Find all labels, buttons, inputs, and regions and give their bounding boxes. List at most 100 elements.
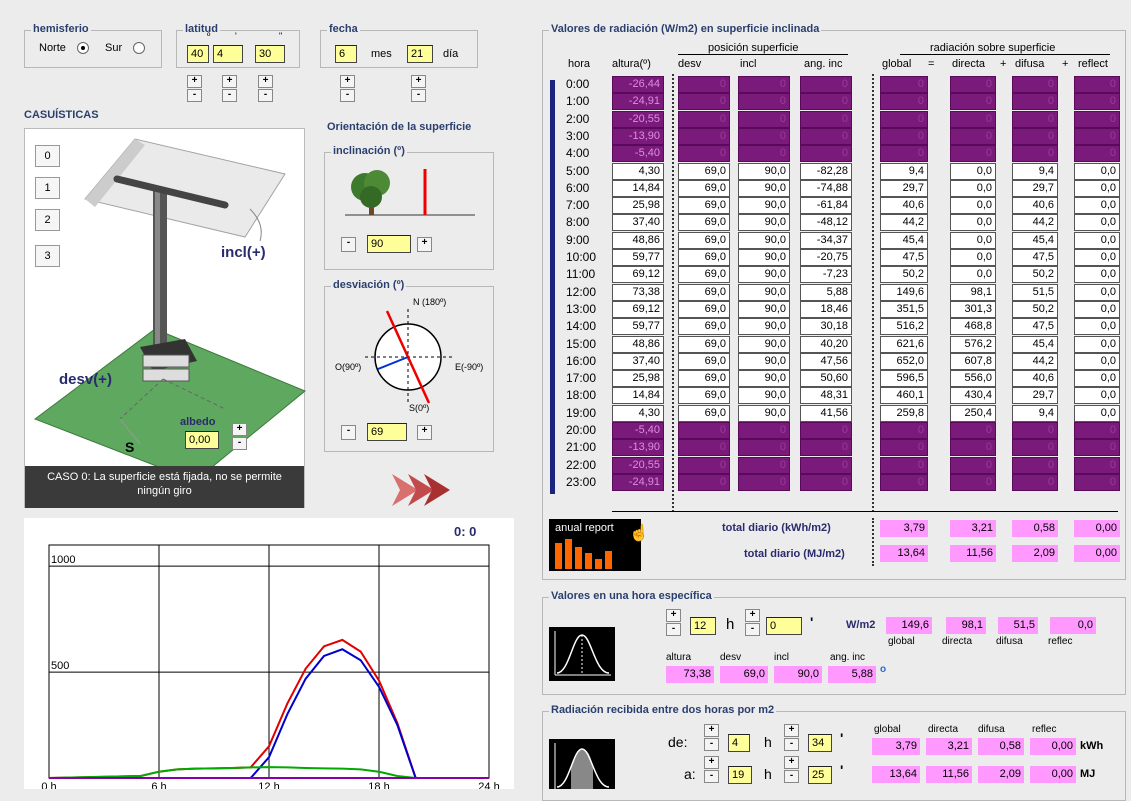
cell-anginc: 0 <box>800 93 852 111</box>
albedo-input[interactable]: 0,00 <box>185 431 219 449</box>
entre-kwh-reflec: 0,00 <box>1030 738 1076 755</box>
desv-input[interactable]: 69 <box>367 423 407 441</box>
cell-anginc: -74,88 <box>800 179 852 197</box>
hour-slider-track[interactable] <box>550 80 555 494</box>
dia-input[interactable]: 21 <box>407 45 433 63</box>
latitud-min-input[interactable]: 4 <box>213 45 243 63</box>
hora-h-input[interactable]: 12 <box>690 617 716 635</box>
row-hora: 21:00 <box>566 440 597 455</box>
a-m-input[interactable]: 25 <box>808 766 832 784</box>
latitud-sec-minus[interactable]: - <box>258 89 273 102</box>
a-h-plus[interactable]: + <box>704 756 719 769</box>
de-h-minus[interactable]: - <box>704 738 719 751</box>
cell-incl: 90,0 <box>738 214 790 232</box>
hora-lbl-directa: directa <box>942 636 973 647</box>
mes-plus[interactable]: + <box>340 75 355 88</box>
mes-minus[interactable]: - <box>340 89 355 102</box>
hora-m-input[interactable]: 0 <box>766 617 802 635</box>
cell-global: 0 <box>880 422 928 439</box>
latitud-deg-minus[interactable]: - <box>187 89 202 102</box>
mes-input[interactable]: 6 <box>335 45 357 63</box>
cell-anginc: 5,88 <box>800 283 852 301</box>
incl-minus[interactable]: - <box>341 237 356 252</box>
cell-reflect: 0 <box>1074 110 1120 128</box>
cell-desv: 0 <box>678 439 730 457</box>
cell-global: 652,0 <box>880 352 928 370</box>
cell-difusa: 0 <box>1012 145 1058 163</box>
latitud-sec-input[interactable]: 30 <box>255 45 285 63</box>
cell-desv: 0 <box>678 456 730 474</box>
cell-reflect: 0,0 <box>1074 283 1120 301</box>
hora-lbl-incl: incl <box>774 652 790 663</box>
cell-directa: 0,0 <box>950 214 996 232</box>
cell-altura: -13,90 <box>612 127 664 145</box>
row-hora: 23:00 <box>566 474 597 489</box>
anual-report-button[interactable]: anual report ☝ <box>549 519 649 571</box>
dia-minus[interactable]: - <box>411 89 426 102</box>
desv-minus[interactable]: - <box>341 425 356 440</box>
row-hora: 7:00 <box>566 198 590 213</box>
cell-incl: 0 <box>738 76 790 93</box>
cell-desv: 0 <box>678 76 730 93</box>
de-m-plus[interactable]: + <box>784 724 799 737</box>
de-m-minus[interactable]: - <box>784 738 799 751</box>
south-label: S(0º) <box>409 403 430 413</box>
cell-difusa: 40,6 <box>1012 370 1058 388</box>
de-h-input[interactable]: 4 <box>728 734 750 752</box>
h-pos: posición superficie <box>708 42 799 54</box>
cell-directa: 0 <box>950 110 996 128</box>
incl-plus[interactable]: + <box>417 237 432 252</box>
hora-lbl-reflec: reflec <box>1048 636 1073 647</box>
sur-radio[interactable] <box>133 42 145 54</box>
cell-incl: 0 <box>738 110 790 128</box>
desv-label: desv(+) <box>59 371 112 388</box>
cell-anginc: 0 <box>800 439 852 457</box>
cell-desv: 0 <box>678 127 730 145</box>
a-m-minus[interactable]: - <box>784 770 799 783</box>
cell-difusa: 0 <box>1012 439 1058 457</box>
cell-global: 44,2 <box>880 214 928 232</box>
cell-incl: 0 <box>738 439 790 457</box>
cell-incl: 90,0 <box>738 300 790 318</box>
cell-difusa: 0 <box>1012 456 1058 474</box>
totals-separator <box>612 511 1118 512</box>
cell-difusa: 0 <box>1012 110 1058 128</box>
hora-h-minus[interactable]: - <box>666 623 681 636</box>
albedo-minus[interactable]: - <box>232 437 247 450</box>
cell-directa: 0 <box>950 439 996 457</box>
de-m-input[interactable]: 34 <box>808 734 832 752</box>
cell-difusa: 29,7 <box>1012 179 1058 197</box>
cell-anginc: 0 <box>800 456 852 474</box>
cell-anginc: 0 <box>800 127 852 145</box>
desv-plus[interactable]: + <box>417 425 432 440</box>
a-h-input[interactable]: 19 <box>728 766 752 784</box>
cell-directa: 0,0 <box>950 197 996 215</box>
chart-xtick-label: 6 h <box>151 781 166 789</box>
albedo-plus[interactable]: + <box>232 423 247 436</box>
next-arrow-icon[interactable] <box>390 470 454 510</box>
incl-input[interactable]: 90 <box>367 235 411 253</box>
de-h-plus[interactable]: + <box>704 724 719 737</box>
latitud-sec-plus[interactable]: + <box>258 75 273 88</box>
a-m-plus[interactable]: + <box>784 756 799 769</box>
latitud-min-minus[interactable]: - <box>222 89 237 102</box>
cell-incl: 90,0 <box>738 197 790 215</box>
row-hora: 12:00 <box>566 284 597 299</box>
norte-radio[interactable] <box>77 42 89 54</box>
cell-difusa: 47,5 <box>1012 249 1058 266</box>
a-h-minus[interactable]: - <box>704 770 719 783</box>
cell-reflect: 0,0 <box>1074 387 1120 405</box>
dia-plus[interactable]: + <box>411 75 426 88</box>
hora-m-minus[interactable]: - <box>745 623 760 636</box>
sur-label: Sur <box>105 42 123 54</box>
cell-difusa: 45,4 <box>1012 335 1058 353</box>
hora-lbl-desv: desv <box>720 652 742 663</box>
row-hora: 22:00 <box>566 457 597 472</box>
latitud-deg-input[interactable]: 40 <box>187 45 209 63</box>
hemisferio-group: hemisferio Norte Sur <box>24 23 162 68</box>
latitud-deg-plus[interactable]: + <box>187 75 202 88</box>
hora-h-plus[interactable]: + <box>666 609 681 622</box>
row-hora: 0:00 <box>566 77 590 91</box>
latitud-min-plus[interactable]: + <box>222 75 237 88</box>
hora-m-plus[interactable]: + <box>745 609 760 622</box>
